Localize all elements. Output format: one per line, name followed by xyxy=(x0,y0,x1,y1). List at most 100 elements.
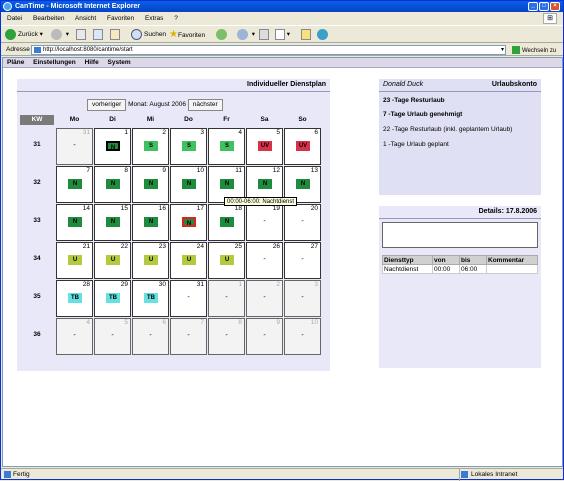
shift-badge[interactable]: N xyxy=(144,179,158,189)
day-cell[interactable]: 31- xyxy=(56,128,93,165)
day-cell[interactable]: 3- xyxy=(284,280,321,317)
day-cell[interactable]: 22 U xyxy=(94,242,131,279)
go-button[interactable]: Wechseln zu xyxy=(512,45,556,57)
nav-plaene[interactable]: Pläne xyxy=(7,59,24,66)
day-cell[interactable]: 23 U xyxy=(132,242,169,279)
menu-favoriten[interactable]: Favoriten xyxy=(107,15,134,22)
previous-month-button[interactable]: vorheriger xyxy=(87,99,127,111)
day-cell[interactable]: 8- xyxy=(208,318,245,355)
day-cell[interactable]: 25 U xyxy=(208,242,245,279)
day-cell[interactable]: 10 N xyxy=(170,166,207,203)
shift-badge[interactable]: N xyxy=(296,179,310,189)
shift-badge[interactable]: N xyxy=(68,217,82,227)
day-cell[interactable]: 2- xyxy=(246,280,283,317)
day-cell[interactable]: 4S xyxy=(208,128,245,165)
shift-badge[interactable]: N xyxy=(106,217,120,227)
day-cell[interactable]: 5 UV xyxy=(246,128,283,165)
shift-badge[interactable]: UV xyxy=(296,141,310,151)
print-button[interactable] xyxy=(259,28,269,42)
nav-einstellungen[interactable]: Einstellungen xyxy=(33,59,76,66)
day-cell[interactable]: 28 TB xyxy=(56,280,93,317)
shift-badge[interactable]: N xyxy=(106,141,120,151)
month-label: Monat: xyxy=(128,101,148,108)
day-cell[interactable]: 7N xyxy=(56,166,93,203)
nav-hilfe[interactable]: Hilfe xyxy=(85,59,99,66)
table-row[interactable]: Nachtdienst 00:00 06:00 xyxy=(382,264,538,274)
shift-badge[interactable]: U xyxy=(106,255,120,265)
shift-badge[interactable]: N xyxy=(144,217,158,227)
day-cell[interactable]: 24 U xyxy=(170,242,207,279)
day-cell[interactable]: 14 N xyxy=(56,204,93,241)
day-cell[interactable]: 21 U xyxy=(56,242,93,279)
shift-badge[interactable]: S xyxy=(220,141,234,151)
shift-badge[interactable]: S xyxy=(144,141,158,151)
shift-badge[interactable]: N xyxy=(182,217,196,227)
shift-badge[interactable]: N xyxy=(68,179,82,189)
day-cell[interactable]: 9- xyxy=(246,318,283,355)
minimize-button[interactable]: _ xyxy=(528,2,538,11)
stop-button[interactable] xyxy=(76,28,86,42)
discuss-button[interactable] xyxy=(301,28,311,42)
day-cell[interactable]: 6- xyxy=(132,318,169,355)
media-button[interactable] xyxy=(216,28,229,42)
home-button[interactable] xyxy=(110,28,120,42)
day-cell[interactable]: 10- xyxy=(284,318,321,355)
shift-badge[interactable]: N xyxy=(258,179,272,189)
day-cell[interactable]: 5- xyxy=(94,318,131,355)
day-cell[interactable]: 30 TB xyxy=(132,280,169,317)
shift-badge[interactable]: UV xyxy=(258,141,272,151)
day-cell[interactable]: 26- xyxy=(246,242,283,279)
day-cell[interactable]: 7- xyxy=(170,318,207,355)
day-cell[interactable]: 29 TB xyxy=(94,280,131,317)
day-cell[interactable]: 17 N xyxy=(170,204,207,241)
shift-badge[interactable]: U xyxy=(182,255,196,265)
day-cell[interactable]: 27- xyxy=(284,242,321,279)
menu-ansicht[interactable]: Ansicht xyxy=(75,15,96,22)
day-cell[interactable]: 2S xyxy=(132,128,169,165)
day-cell[interactable]: 31- xyxy=(170,280,207,317)
shift-badge[interactable]: S xyxy=(182,141,196,151)
refresh-button[interactable] xyxy=(93,28,103,42)
day-cell[interactable]: 4- xyxy=(56,318,93,355)
forward-button[interactable]: ▾ xyxy=(51,28,69,42)
comment-textarea[interactable] xyxy=(382,222,538,248)
shift-badge[interactable]: TB xyxy=(106,293,120,303)
next-month-button[interactable]: nächster xyxy=(187,99,223,111)
menu-bearbeiten[interactable]: Bearbeiten xyxy=(33,15,64,22)
menu-datei[interactable]: Datei xyxy=(7,15,22,22)
menu-help[interactable]: ? xyxy=(174,15,178,22)
mail-button[interactable]: ▾ xyxy=(237,28,255,42)
day-cell[interactable]: 1N xyxy=(94,128,131,165)
shift-badge[interactable]: U xyxy=(144,255,158,265)
shift-badge[interactable]: N xyxy=(220,179,234,189)
shift-badge[interactable]: TB xyxy=(144,293,158,303)
day-cell[interactable]: 6 UV xyxy=(284,128,321,165)
day-cell[interactable]: 20- xyxy=(284,204,321,241)
day-cell[interactable]: 19- xyxy=(246,204,283,241)
messenger-button[interactable] xyxy=(317,28,330,42)
search-button[interactable]: Suchen xyxy=(131,28,166,42)
day-cell[interactable]: 15 N xyxy=(94,204,131,241)
day-cell[interactable]: 3S xyxy=(170,128,207,165)
day-cell[interactable]: 18 N xyxy=(208,204,245,241)
shift-badge[interactable]: N xyxy=(106,179,120,189)
day-cell[interactable]: 16 N xyxy=(132,204,169,241)
shift-badge[interactable]: N xyxy=(182,179,196,189)
favorites-button[interactable]: ★Favoriten xyxy=(169,28,205,42)
maximize-button[interactable]: □ xyxy=(539,2,549,11)
day-cell[interactable]: 9N xyxy=(132,166,169,203)
shift-badge[interactable]: U xyxy=(220,255,234,265)
day-cell[interactable]: 8N xyxy=(94,166,131,203)
dropdown-arrow-icon[interactable]: ▾ xyxy=(501,46,504,54)
day-number: 5 xyxy=(276,129,280,136)
close-button[interactable]: × xyxy=(550,2,560,11)
menu-extras[interactable]: Extras xyxy=(145,15,163,22)
shift-badge[interactable]: N xyxy=(220,217,234,227)
nav-system[interactable]: System xyxy=(108,59,131,66)
day-cell[interactable]: 1- xyxy=(208,280,245,317)
edit-button[interactable]: ▾ xyxy=(275,28,290,42)
back-button[interactable]: Zurück ▾ xyxy=(5,28,43,42)
shift-badge[interactable]: U xyxy=(68,255,82,265)
shift-badge[interactable]: TB xyxy=(68,293,82,303)
address-input[interactable]: http://localhost:8080/cantime/start ▾ xyxy=(31,45,506,55)
